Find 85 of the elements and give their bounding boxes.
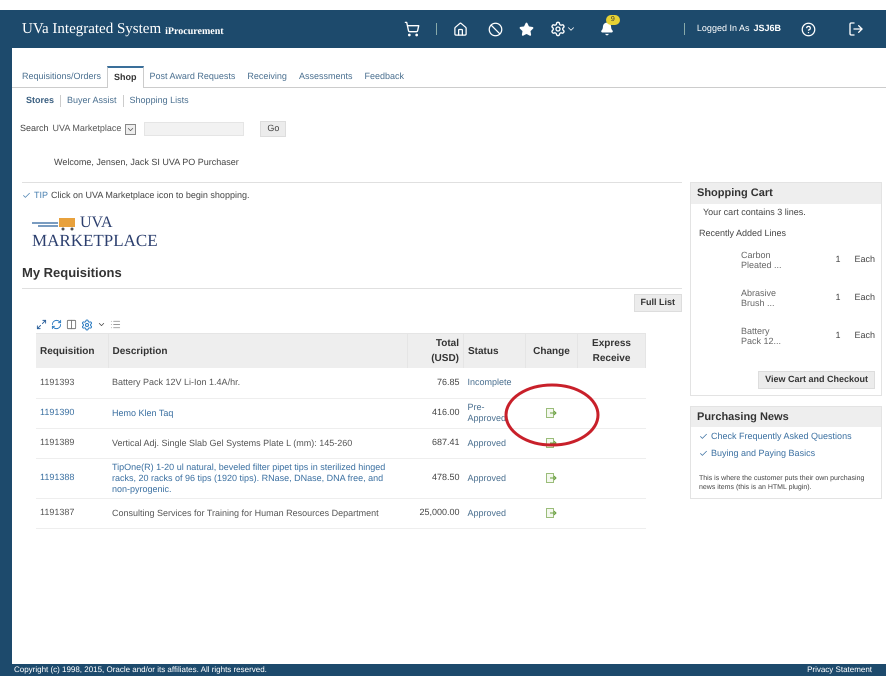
column-header: Requisition (36, 334, 108, 368)
requisition-number[interactable]: 1191389 (36, 428, 108, 458)
cart-item-unit: Each (854, 290, 875, 304)
section-heading: My Requisitions (22, 264, 123, 282)
cart-item-quantity: 1 (835, 252, 840, 266)
news-link[interactable]: Buying and Paying Basics (711, 446, 816, 460)
bell-icon[interactable] (600, 22, 614, 36)
star-icon[interactable] (518, 22, 534, 36)
logged-in-label: Logged In As (696, 22, 750, 36)
home-icon[interactable] (452, 22, 468, 36)
tip-text: Click on UVA Marketplace icon to begin shopping. (51, 189, 250, 202)
nav-tab[interactable]: Requisitions/Orders (16, 67, 108, 87)
description-cell: TipOne(R) 1-20 ul natural, beveled filter pipet tips in sterilized hinged racks, 20 racks of 96 tips (1920 tips). RNase, DNase, DNA free, and non-pyrogenic. (108, 458, 408, 498)
user-name: JSJ6B (753, 22, 781, 36)
full-list-button[interactable]: Full List (634, 294, 682, 312)
cart-item-name: Abrasive Brush ... (741, 288, 778, 308)
column-header: Change (526, 334, 578, 368)
status-link[interactable]: Approved (464, 498, 526, 528)
tip-icon (22, 191, 31, 200)
description-cell: Consulting Services for Training for Human Resources Department (108, 498, 408, 528)
nav-tab[interactable]: Receiving (241, 67, 293, 87)
marketplace-logo[interactable]: UVA MARKETPLACE (32, 214, 158, 248)
search-field[interactable] (144, 122, 244, 136)
status-link[interactable]: Approved (464, 458, 526, 498)
privacy-link[interactable]: Privacy Statement (807, 664, 872, 676)
copyright-text: Copyright (c) 1998, 2015, Oracle and/or its affiliates. All rights reserved. (14, 664, 267, 676)
requisition-number[interactable]: 1191390 (36, 398, 108, 428)
change-icon[interactable] (546, 408, 557, 418)
total-cell: 76.85 (408, 368, 464, 398)
nav-tab[interactable]: Post Award Requests (144, 67, 242, 87)
columns-icon[interactable] (66, 319, 77, 330)
cart-item-unit: Each (854, 328, 875, 342)
cart-summary: Your cart contains 3 lines. (702, 206, 807, 218)
description-cell: Hemo Klen Taq (108, 398, 408, 428)
tip-label: TIP (34, 189, 48, 202)
nav-tab[interactable]: Assessments (292, 67, 358, 87)
total-cell: 687.41 (408, 428, 464, 458)
panel-title: Shopping Cart (691, 183, 881, 204)
sub-tab[interactable]: Stores (26, 94, 54, 108)
status-link[interactable]: Incomplete (464, 368, 526, 398)
caret-icon[interactable] (125, 124, 136, 134)
total-cell: 25,000.00 (408, 498, 464, 528)
cart-item-name: Carbon Pleated ... (741, 250, 783, 270)
requisition-number[interactable]: 1191393 (36, 368, 108, 398)
change-icon[interactable] (546, 472, 557, 483)
cart-item-quantity: 1 (835, 290, 840, 304)
caret-icon[interactable] (97, 320, 106, 329)
requisition-number[interactable]: 1191387 (36, 498, 108, 528)
panel-title: Purchasing News (691, 406, 881, 427)
app-title: UVa Integrated System (22, 20, 162, 39)
change-icon[interactable] (546, 438, 557, 448)
sub-tab[interactable]: Shopping Lists (130, 94, 189, 108)
description-cell: Vertical Adj. Single Slab Gel Systems Plate L (mm): 145-260 (108, 428, 408, 458)
logout-icon[interactable] (848, 21, 864, 37)
news-link[interactable]: Check Frequently Asked Questions (711, 430, 852, 444)
column-header: Description (108, 334, 408, 368)
cart-item-quantity: 1 (835, 328, 840, 342)
change-icon[interactable] (546, 508, 557, 518)
total-cell: 478.50 (408, 458, 464, 498)
cart-icon[interactable] (404, 21, 420, 37)
store-dropdown[interactable]: UVA Marketplace (52, 122, 136, 136)
description-cell: Battery Pack 12V Li-Ion 1.4A/hr. (108, 368, 408, 398)
go-button[interactable]: Go (260, 121, 286, 137)
settings-icon[interactable] (81, 318, 93, 330)
nav-tab[interactable]: Feedback (358, 67, 410, 87)
column-header: Total (USD) (408, 334, 464, 368)
no-entry-icon[interactable] (488, 22, 503, 36)
nav-tab[interactable]: Shop (107, 66, 144, 88)
column-header: Express Receive (578, 334, 646, 368)
view-cart-button[interactable]: View Cart and Checkout (758, 370, 875, 388)
total-cell: 416.00 (408, 398, 464, 428)
cart-item-name: Battery Pack 12... (741, 326, 782, 346)
column-header: Status (464, 334, 526, 368)
search-label: Search (20, 122, 49, 136)
expand-icon[interactable] (36, 319, 47, 330)
requisition-number[interactable]: 1191388 (36, 458, 108, 498)
sub-tab[interactable]: Buyer Assist (67, 94, 117, 108)
status-link[interactable]: Approved (464, 428, 526, 458)
help-icon[interactable] (801, 22, 816, 36)
cart-item-unit: Each (854, 252, 875, 266)
welcome-text: Welcome, Jensen, Jack SI UVA PO Purchaser (54, 156, 239, 170)
list-icon[interactable] (110, 319, 121, 330)
refresh-icon[interactable] (51, 319, 62, 330)
recent-lines-label: Recently Added Lines (698, 227, 788, 240)
app-subtitle: iProcurement (165, 24, 224, 38)
